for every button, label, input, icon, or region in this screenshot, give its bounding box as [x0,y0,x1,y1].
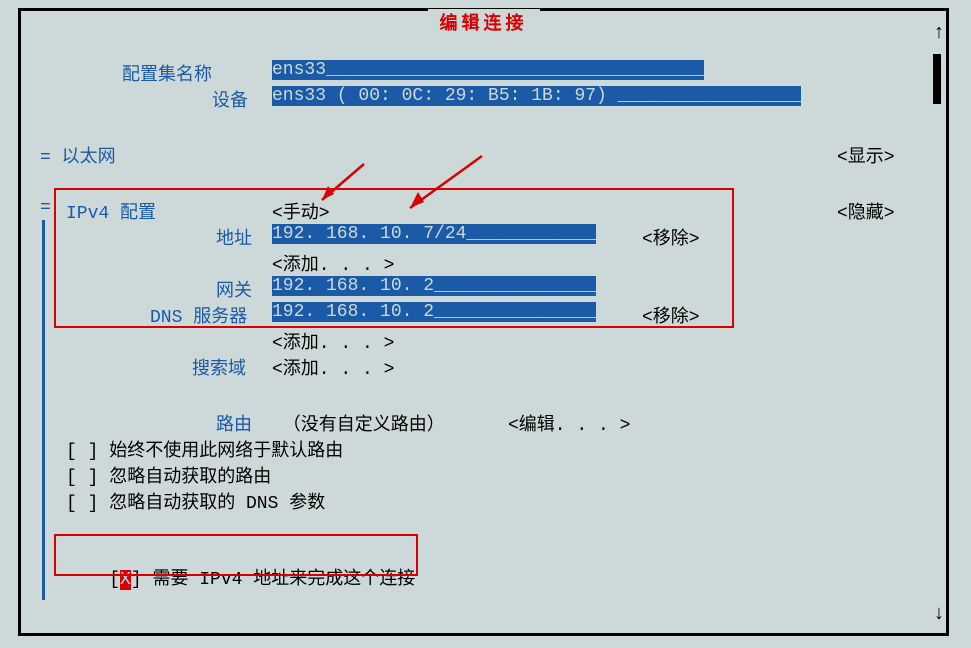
address-add-button[interactable]: <添加. . . > [272,250,394,276]
scrollbar[interactable]: ↑ ↓ [933,24,947,624]
device-input[interactable]: ens33 ( 00: 0C: 29: B5: 1B: 97) ________… [272,86,801,106]
checkbox-ignore-auto-routes[interactable]: [ ] 忽略自动获取的路由 [66,462,271,488]
show-button[interactable]: <显示> [837,142,895,168]
ipv4-config-label: IPv4 配置 [66,198,156,224]
cb4-x-mark: X [120,570,131,590]
scroll-down-arrow[interactable]: ↓ [933,603,945,626]
dns-label: DNS 服务器 [150,302,247,328]
dns-remove-button[interactable]: <移除> [642,302,700,328]
address-input[interactable]: 192. 168. 10. 7/24____________ [272,224,596,244]
profile-name-input[interactable]: ens33___________________________________ [272,60,704,80]
gateway-label: 网关 [216,276,252,302]
address-remove-button[interactable]: <移除> [642,224,700,250]
search-domain-add-button[interactable]: <添加. . . > [272,354,394,380]
device-label: 设备 [212,86,248,112]
ipv4-bracket [42,220,45,600]
hide-button[interactable]: <隐藏> [837,198,895,224]
dialog-content: 配置集名称 ens33_____________________________… [22,14,945,630]
routes-msg: （没有自定义路由） [272,410,445,436]
scroll-thumb[interactable] [933,54,941,104]
gateway-input[interactable]: 192. 168. 10. 2_______________ [272,276,596,296]
search-domain-label: 搜索域 [192,354,246,380]
ipv4-bracket-eq: = [40,198,51,218]
ethernet-label: = 以太网 [40,142,116,168]
checkbox-require-ipv4[interactable]: [X] 需要 IPv4 地址来完成这个连接 [66,544,415,610]
cb4-suffix: ] 需要 IPv4 地址来完成这个连接 [131,570,415,590]
scroll-up-arrow[interactable]: ↑ [933,22,945,45]
dns-input[interactable]: 192. 168. 10. 2_______________ [272,302,596,322]
routes-label: 路由 [216,410,252,436]
cb4-prefix: [ [109,570,120,590]
checkbox-ignore-auto-dns[interactable]: [ ] 忽略自动获取的 DNS 参数 [66,488,325,514]
routes-edit-button[interactable]: <编辑. . . > [508,410,630,436]
dns-add-button[interactable]: <添加. . . > [272,328,394,354]
checkbox-never-default-route[interactable]: [ ] 始终不使用此网络于默认路由 [66,436,343,462]
ipv4-mode-select[interactable]: <手动> [272,198,330,224]
address-label: 地址 [216,224,252,250]
profile-name-label: 配置集名称 [122,60,212,86]
